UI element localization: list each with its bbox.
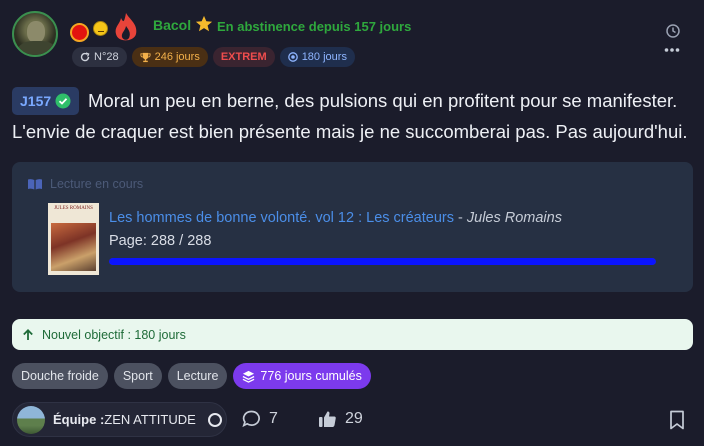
like-count: 29 [345,410,363,427]
title-author-separator: - [453,210,467,226]
like-button[interactable]: 29 [318,410,363,428]
arrow-up-icon [23,328,33,340]
level-badge: EXTREM [212,47,275,67]
user-badge-icons [70,12,140,44]
layers-icon [243,370,255,383]
user-avatar[interactable] [12,11,58,57]
verified-check-icon [55,93,71,109]
team-prefix: Équipe : [53,412,105,427]
clock-icon[interactable] [666,24,680,38]
username[interactable]: Bacol [153,17,191,33]
tag-list: Douche froide Sport Lecture 776 jours cu… [12,363,371,389]
red-dot-icon [70,22,89,42]
page-progress-text: Page: 288 / 288 [109,233,212,249]
post-text-line-1: Moral un peu en berne, des pulsions qui … [88,90,678,111]
team-avatar [17,405,45,434]
comment-button[interactable]: 7 [242,410,278,428]
target-icon [287,52,298,62]
book-author: Jules Romains [466,210,562,226]
reading-header: Lecture en cours [27,177,143,191]
tag-lecture[interactable]: Lecture [167,363,228,389]
refresh-icon [80,52,90,62]
book-title-line: Les hommes de bonne volonté. vol 12 : Le… [109,210,562,226]
day-label: J157 [20,93,52,109]
days-badge: 246 jours [131,47,208,67]
book-title-link[interactable]: Les hommes de bonne volonté. vol 12 : Le… [109,210,454,226]
rank-badge: N°28 [72,47,127,67]
cumulative-days-label: 776 jours cumulés [260,369,362,383]
flame-icon [115,13,137,41]
trophy-icon [140,52,151,62]
post-text-line-2: L'envie de craquer est bien présente mai… [12,121,688,142]
book-cover-image[interactable]: JULES ROMAINS [48,203,99,275]
more-options-icon[interactable] [664,46,680,54]
open-book-icon [28,179,42,190]
reading-header-label: Lecture en cours [50,177,144,191]
user-stats-badges: N°28 246 jours EXTREM 180 jours [72,47,355,67]
abstinence-status: En abstinence depuis 157 jours [217,19,412,34]
team-label: Équipe :ZEN ATTITUDE [53,412,196,427]
book-cover-title: JULES ROMAINS [54,206,93,211]
rank-value: N°28 [94,51,119,63]
neutral-face-icon [93,20,108,36]
reading-card: Lecture en cours JULES ROMAINS Les homme… [12,162,693,292]
bookmark-icon[interactable] [669,410,685,430]
comment-icon [242,410,260,428]
tag-douche-froide[interactable]: Douche froide [12,363,108,389]
comment-count: 7 [269,410,278,427]
tag-sport[interactable]: Sport [113,363,162,389]
team-ring-icon [207,412,222,427]
reading-progress-bar [109,258,656,265]
new-goal-text: Nouvel objectif : 180 jours [42,327,186,342]
new-goal-banner: Nouvel objectif : 180 jours [12,319,693,350]
thumbs-up-icon [319,411,336,427]
reading-progress-fill [109,258,656,265]
goal-badge: 180 jours [279,47,355,67]
goal-value: 180 jours [301,51,347,63]
cumulative-days-tag[interactable]: 776 jours cumulés [233,363,371,389]
level-value: EXTREM [220,51,267,63]
team-pill[interactable]: Équipe :ZEN ATTITUDE [12,402,227,437]
star-icon [195,15,213,32]
team-name: ZEN ATTITUDE [104,412,196,427]
day-chip: J157 [12,87,79,115]
days-value: 246 jours [154,51,200,63]
